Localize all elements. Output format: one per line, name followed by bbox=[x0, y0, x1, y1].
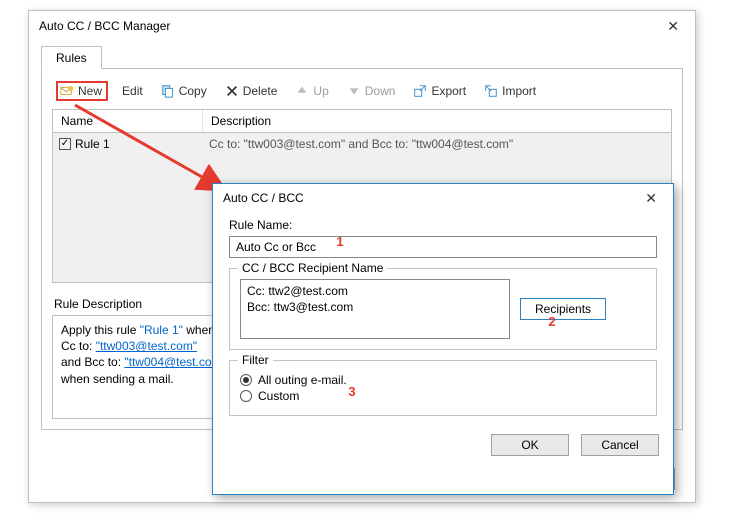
copy-label: Copy bbox=[179, 84, 207, 98]
toolbar: New Edit Copy Delete Up Down bbox=[52, 79, 672, 109]
col-name-header[interactable]: Name bbox=[53, 110, 203, 132]
desc-pre: Apply this rule bbox=[61, 323, 140, 337]
filter-all-label: All outing e-mail. bbox=[258, 373, 347, 387]
rule-name-label: Rule Name: bbox=[229, 218, 657, 232]
modal-body: Rule Name: CC / BCC Recipient Name Cc: t… bbox=[213, 212, 673, 426]
desc-cc-pre: Cc to: bbox=[61, 339, 96, 353]
tab-rules[interactable]: Rules bbox=[41, 46, 102, 69]
close-icon[interactable]: ✕ bbox=[661, 16, 685, 37]
grid-header: Name Description bbox=[52, 109, 672, 133]
edit-label: Edit bbox=[122, 84, 143, 98]
up-arrow-icon bbox=[295, 84, 309, 98]
up-label: Up bbox=[313, 84, 328, 98]
new-label: New bbox=[78, 84, 102, 98]
envelope-new-icon bbox=[60, 84, 74, 98]
desc-tail: when sending a mail. bbox=[61, 372, 174, 386]
recipients-group-title: CC / BCC Recipient Name bbox=[238, 261, 387, 275]
row-checkbox[interactable]: ✓ bbox=[59, 138, 71, 150]
modal-cancel-button[interactable]: Cancel bbox=[581, 434, 659, 456]
delete-icon bbox=[225, 84, 239, 98]
up-button[interactable]: Up bbox=[291, 82, 332, 100]
import-button[interactable]: Import bbox=[480, 82, 540, 100]
recipients-button[interactable]: Recipients bbox=[520, 298, 606, 320]
auto-cc-bcc-dialog: Auto CC / BCC ✕ Rule Name: CC / BCC Reci… bbox=[212, 183, 674, 495]
modal-titlebar: Auto CC / BCC ✕ bbox=[213, 184, 673, 212]
edit-button[interactable]: Edit bbox=[118, 82, 147, 100]
export-icon bbox=[413, 84, 427, 98]
recipients-group: CC / BCC Recipient Name Cc: ttw2@test.co… bbox=[229, 268, 657, 350]
export-button[interactable]: Export bbox=[409, 82, 470, 100]
radio-icon bbox=[240, 390, 252, 402]
filter-group-title: Filter bbox=[238, 353, 273, 367]
main-titlebar: Auto CC / BCC Manager ✕ bbox=[29, 11, 695, 41]
import-label: Import bbox=[502, 84, 536, 98]
modal-ok-button[interactable]: OK bbox=[491, 434, 569, 456]
delete-label: Delete bbox=[243, 84, 278, 98]
filter-all-radio-row[interactable]: All outing e-mail. bbox=[240, 373, 646, 387]
rule-name-input[interactable] bbox=[229, 236, 657, 258]
new-button[interactable]: New bbox=[56, 81, 108, 101]
delete-button[interactable]: Delete bbox=[221, 82, 282, 100]
import-icon bbox=[484, 84, 498, 98]
recipients-area: Cc: ttw2@test.com Bcc: ttw3@test.com Rec… bbox=[240, 279, 646, 339]
filter-custom-label: Custom bbox=[258, 389, 299, 403]
radio-icon bbox=[240, 374, 252, 386]
copy-icon bbox=[161, 84, 175, 98]
col-desc-header[interactable]: Description bbox=[203, 110, 671, 132]
desc-bcc-link[interactable]: "ttw004@test.com" bbox=[124, 355, 225, 369]
tabstrip: Rules bbox=[29, 41, 695, 68]
main-title: Auto CC / BCC Manager bbox=[39, 19, 661, 33]
desc-cc-link[interactable]: "ttw003@test.com" bbox=[96, 339, 197, 353]
row-desc-cell: Cc to: "ttw003@test.com" and Bcc to: "tt… bbox=[203, 133, 671, 155]
filter-custom-radio-row[interactable]: Custom bbox=[240, 389, 646, 403]
modal-close-icon[interactable]: ✕ bbox=[639, 188, 663, 209]
filter-group: Filter All outing e-mail. Custom bbox=[229, 360, 657, 416]
down-label: Down bbox=[365, 84, 396, 98]
row-name-cell: ✓ Rule 1 bbox=[53, 133, 203, 155]
row-name-text: Rule 1 bbox=[75, 137, 110, 151]
modal-title: Auto CC / BCC bbox=[223, 191, 639, 205]
desc-bcc-pre: and Bcc to: bbox=[61, 355, 124, 369]
modal-button-row: OK Cancel bbox=[213, 426, 673, 456]
export-label: Export bbox=[431, 84, 466, 98]
desc-rule-link[interactable]: "Rule 1" bbox=[140, 323, 183, 337]
recipients-textarea[interactable]: Cc: ttw2@test.com Bcc: ttw3@test.com bbox=[240, 279, 510, 339]
down-arrow-icon bbox=[347, 84, 361, 98]
down-button[interactable]: Down bbox=[343, 82, 400, 100]
copy-button[interactable]: Copy bbox=[157, 82, 211, 100]
